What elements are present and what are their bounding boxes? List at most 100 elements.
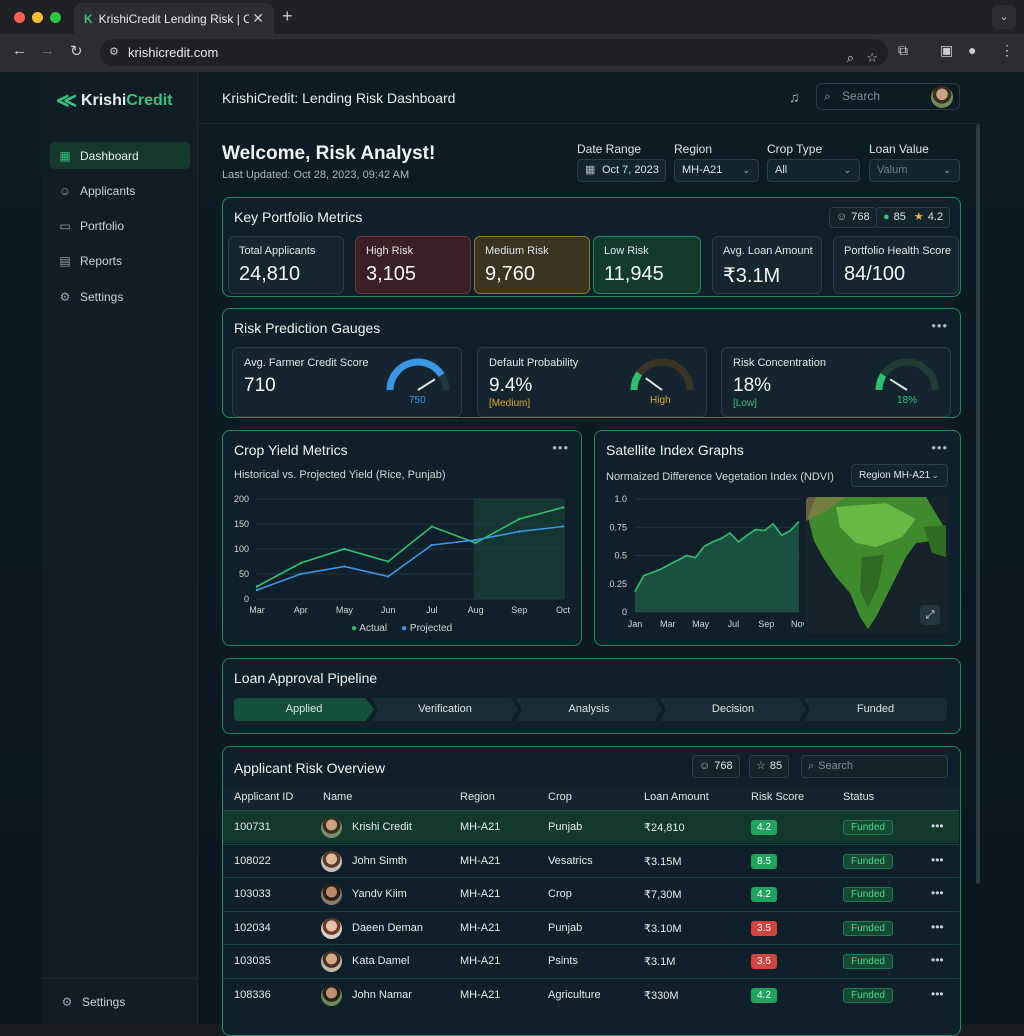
x-tick-label: Mar [660,619,676,629]
minimize-window-button[interactable] [32,12,43,23]
applicant-avatar [321,951,342,972]
extensions-icon[interactable]: ⧉ [898,42,908,59]
table-row[interactable]: 102034 Daeen Deman MH-A21 Punjab ₹3.10M 3.5 Fu… [223,910,959,944]
column-header-name[interactable]: Name [323,791,352,803]
metric-high-risk[interactable]: High Risk 3,105 [355,236,471,294]
gauge-dial-text: High [650,395,671,406]
gauge-dial-text: 18% [897,395,918,406]
row-more-options-icon[interactable]: ••• [931,819,944,833]
zoom-icon[interactable]: ⌕ [847,44,854,71]
column-header-loan-amount[interactable]: Loan Amount [644,791,709,803]
column-header-risk-score[interactable]: Risk Score [751,791,804,803]
app-logo[interactable]: ≪ Krishi Credit [56,88,173,113]
data-point [299,561,302,565]
column-header-crop[interactable]: Crop [548,791,572,803]
satellite-region-select[interactable]: Region MH-A21 ⌄ [851,464,948,487]
header-search-input[interactable]: ⌕ Search [816,83,960,110]
x-tick-label: Sep [758,619,774,629]
pipeline-stage-decision[interactable]: Decision [660,698,806,721]
row-more-options-icon[interactable]: ••• [931,920,944,934]
metrics-title: Key Portfolio Metrics [234,209,363,225]
applicant-count: 768 [851,211,870,223]
applicant-count-pill[interactable]: ☺ 768 [829,207,877,228]
column-header-region[interactable]: Region [460,791,495,803]
applicant-avatar [321,817,342,838]
page-scrollbar[interactable] [976,124,980,884]
metric-medium-risk[interactable]: Medium Risk 9,760 [474,236,590,294]
tab-list-chevron-icon[interactable]: ⌄ [992,5,1016,29]
row-more-options-icon[interactable]: ••• [931,886,944,900]
row-more-options-icon[interactable]: ••• [931,987,944,1001]
address-bar[interactable]: ⚙ krishicredit.com ⌕ ☆ [100,39,888,66]
row-more-options-icon[interactable]: ••• [931,853,944,867]
table-row[interactable]: 103033 Yandv Kiim MH-A21 Crop ₹7,30M 4.2 Funde… [223,877,959,910]
table-row[interactable]: 103035 Kata Damel MH-A21 Psints ₹3.1M 3.5 Fund… [223,944,959,977]
applicant-avatar [321,917,342,939]
close-tab-icon[interactable]: ✕ [252,10,264,27]
user-avatar[interactable] [931,86,953,108]
gauge-label: Risk Concentration [733,357,826,369]
bell-icon[interactable]: ♫ [789,89,800,105]
search-icon: ⌕ [808,760,815,772]
column-header-status[interactable]: Status [843,791,874,803]
x-tick-label: Sep [511,605,527,615]
sidebar-item-applicants[interactable]: ☺ Applicants [50,177,190,204]
metric-avg-loan-amount[interactable]: Avg. Loan Amount ₹3.1M [712,236,822,294]
gauge-label: Default Probability [489,357,579,369]
more-options-icon[interactable]: ••• [931,440,948,455]
metric-value: 24,810 [239,263,301,285]
metric-low-risk[interactable]: Low Risk 11,945 [593,236,701,294]
region-cell: MH-A21 [460,955,501,967]
sidebar-item-portfolio[interactable]: ▭ Portfolio [50,212,190,239]
loan-value-select[interactable]: Valum ⌄ [869,159,960,182]
sidebar-item-settings[interactable]: ⚙ Settings [50,283,190,310]
back-arrow-icon[interactable]: ← [12,42,27,59]
metric-portfolio-health-score[interactable]: Portfolio Health Score 84/100 [833,236,959,294]
pipeline-stage-analysis[interactable]: Analysis [516,698,662,721]
region-select[interactable]: MH-A21 ⌄ [674,159,759,182]
status-badge: Funded [843,954,893,969]
sidebar-toggle-icon[interactable]: ▣ [940,42,953,59]
rating-pill[interactable]: ☆ 85 [749,755,790,778]
metric-total-applicants[interactable]: Total Applicants 24,810 [228,236,344,294]
sidebar-footer-settings[interactable]: ⚙ Settings [42,978,198,1024]
table-search-input[interactable]: ⌕ Search [801,755,948,778]
applicant-count-pill[interactable]: ☺ 768 [692,755,740,778]
loan-amount-cell: ₹7,30M [644,889,682,901]
close-window-button[interactable] [14,12,25,23]
more-options-icon[interactable]: ••• [931,318,948,333]
forward-arrow-icon[interactable]: → [40,42,55,59]
browser-chrome: K KrishiCredit Lending Risk | Oct ✕ + ⌄ … [0,0,1024,72]
data-point [255,585,259,588]
table-row[interactable]: 108022 John Simth MH-A21 Vesatrics ₹3.15M 8.5… [223,843,959,877]
ndvi-satellite-map[interactable]: ⤢ [806,497,948,633]
crop-type-select[interactable]: All ⌄ [767,159,860,182]
maximize-window-button[interactable] [50,12,61,23]
default-probability-gauge-dial [630,358,694,391]
date-range-select[interactable]: ▦ Oct 7, 2023 [577,159,666,182]
pipeline-stage-applied[interactable]: Applied [234,698,374,721]
score-rating-pill[interactable]: ● 85 ★ 4.2 [876,207,951,228]
column-header-id[interactable]: Applicant ID [234,791,293,803]
pipeline-stage-funded[interactable]: Funded [804,698,947,721]
sidebar-item-dashboard[interactable]: ▦ Dashboard [50,142,190,169]
more-options-icon[interactable]: ••• [552,440,569,455]
data-point [518,530,521,533]
logo-mark-icon: ≪ [56,90,77,112]
y-tick-label: 200 [234,494,249,504]
expand-icon[interactable]: ⤢ [920,605,940,625]
bookmark-star-icon[interactable]: ☆ [866,44,878,71]
table-row[interactable]: 108336 John Namar MH-A21 Agriculture ₹330M 4.… [223,977,959,1011]
new-tab-icon[interactable]: + [282,6,293,27]
site-info-icon[interactable]: ⚙ [109,39,119,66]
reload-icon[interactable]: ↻ [70,42,83,60]
profile-icon[interactable]: ● [968,42,976,58]
browser-tab[interactable]: K KrishiCredit Lending Risk | Oct ✕ [74,3,274,34]
table-row[interactable]: 100731 Krishi Credit MH-A21 Punjab ₹24,810 4.… [223,810,959,843]
sidebar-item-reports[interactable]: ▤ Reports [50,247,190,274]
browser-menu-icon[interactable]: ⋮ [1000,42,1014,59]
row-more-options-icon[interactable]: ••• [931,953,944,967]
loan-value-label: Loan Value [869,142,929,156]
pipeline-stage-verification[interactable]: Verification [372,698,518,721]
data-point [386,575,390,578]
